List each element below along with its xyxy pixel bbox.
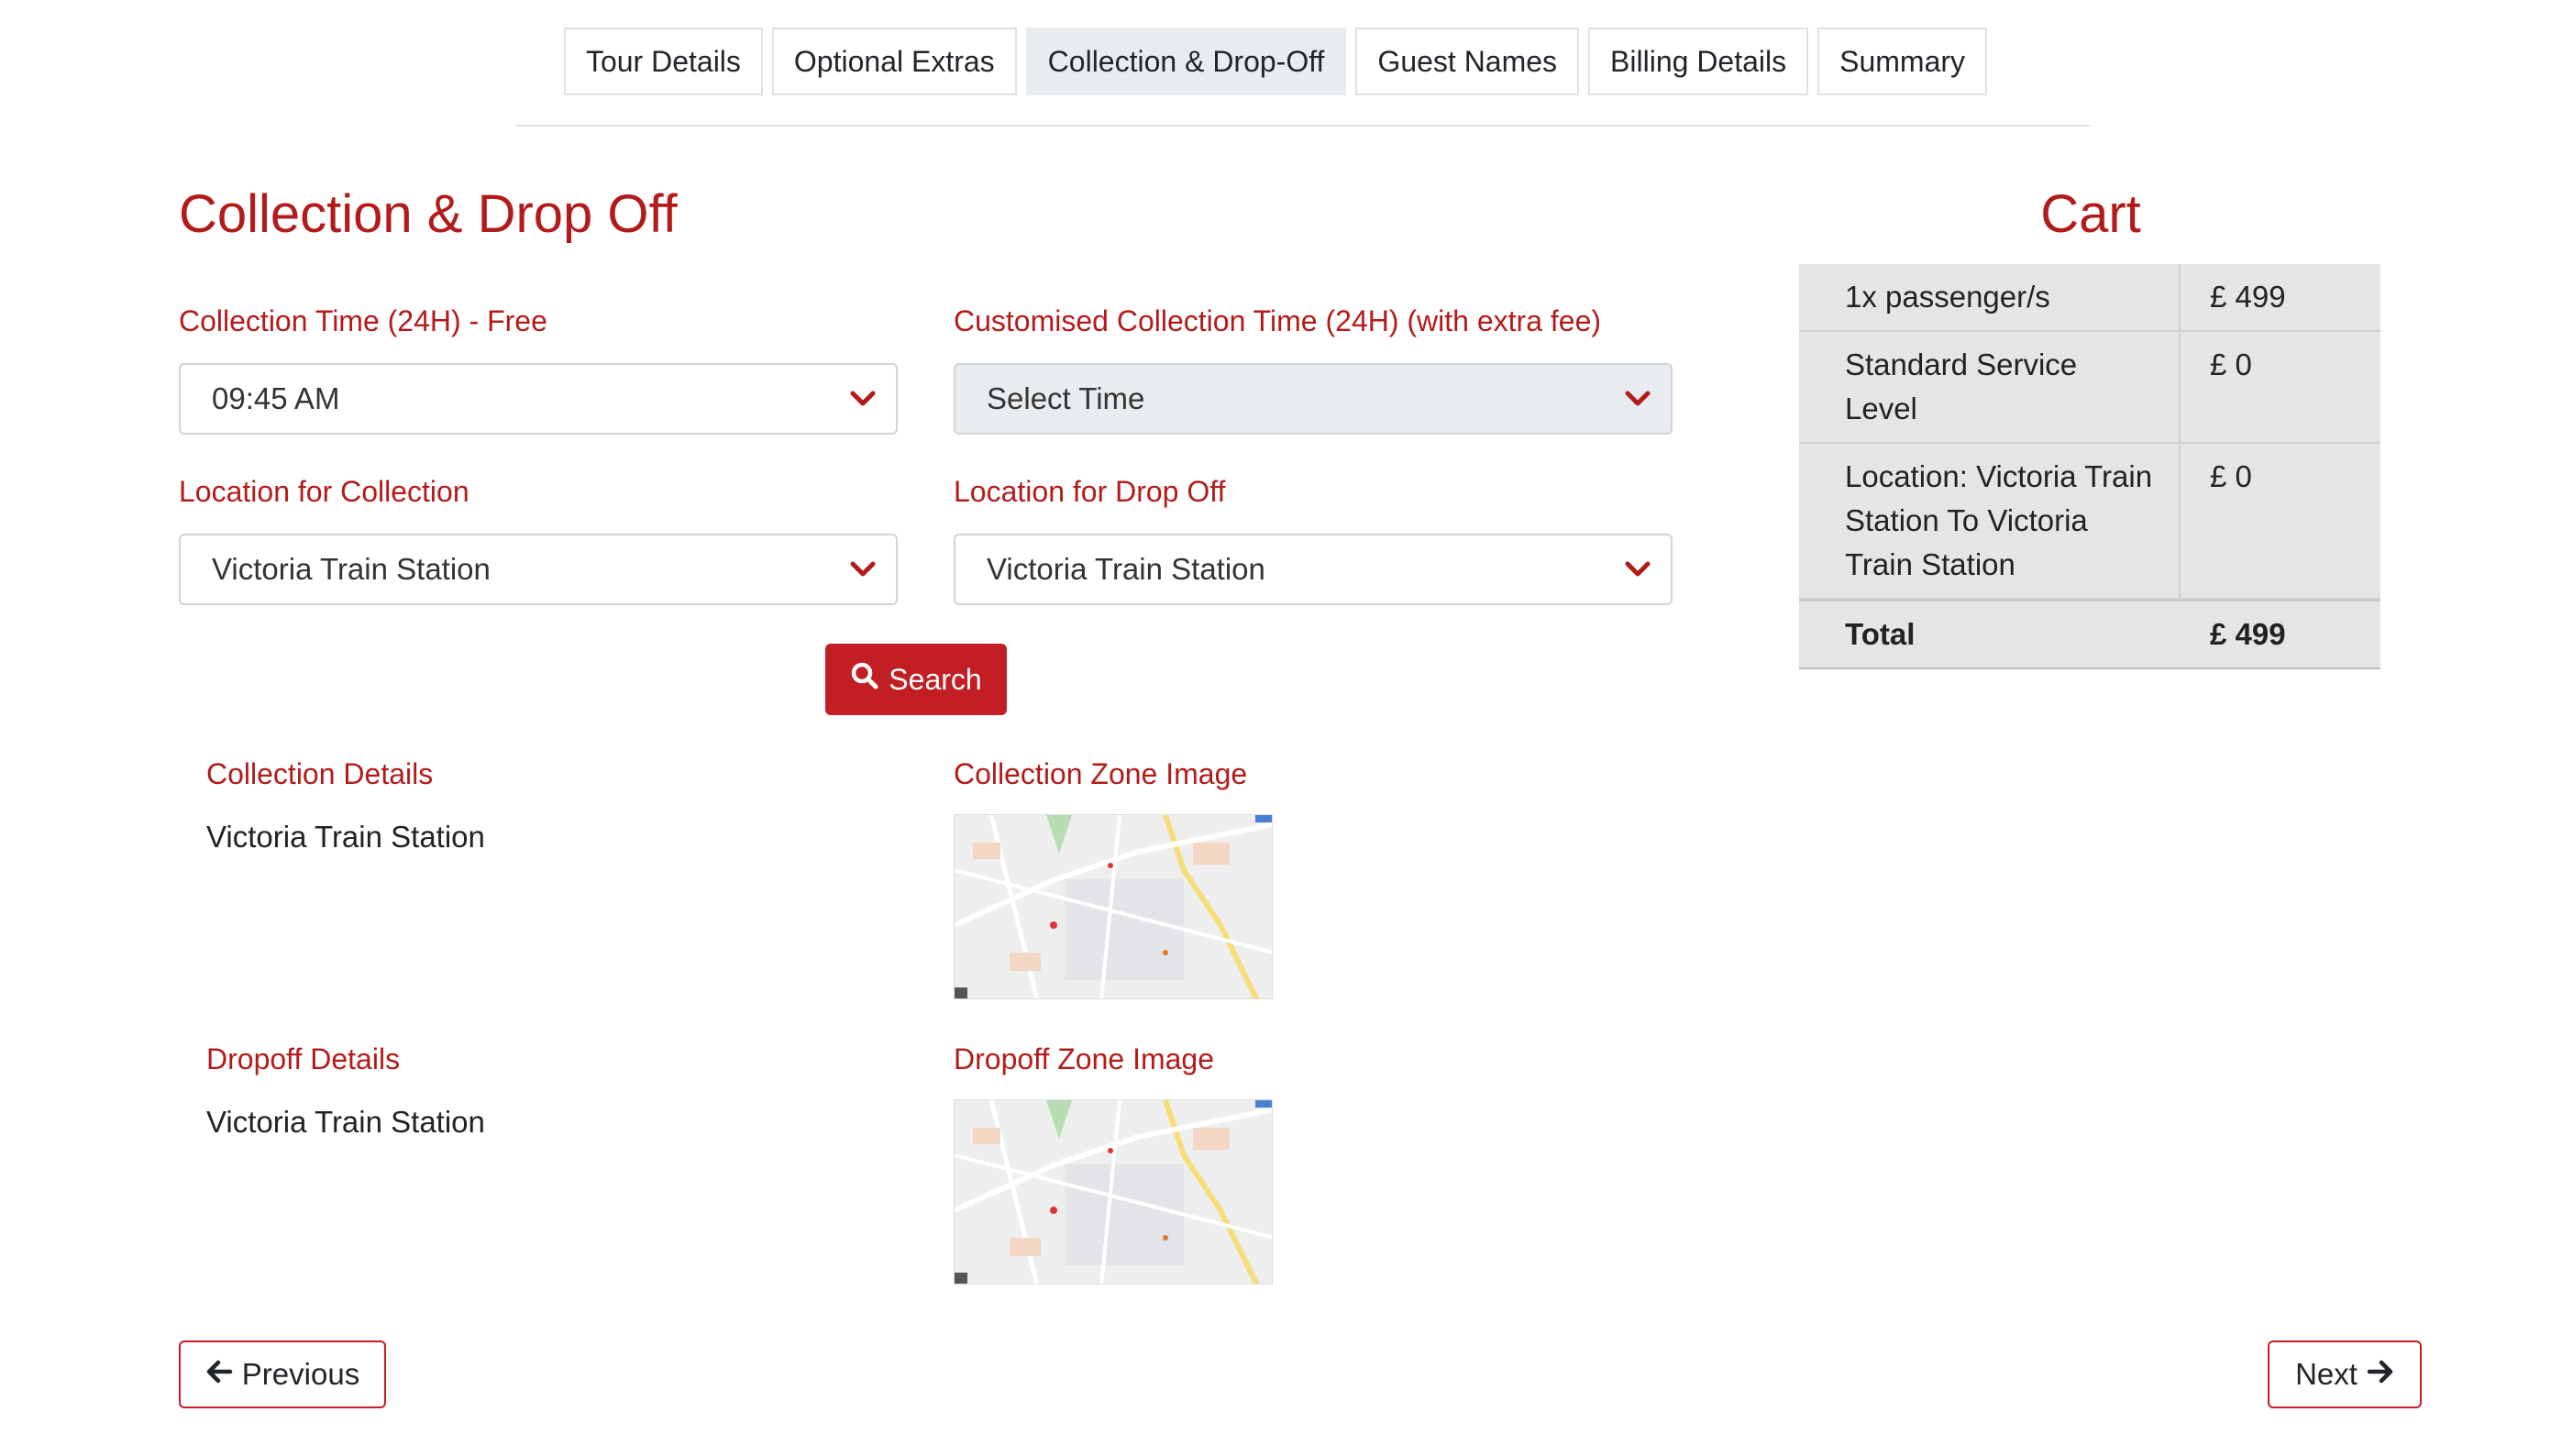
search-icon — [850, 661, 879, 698]
chevron-down-icon — [1625, 535, 1651, 603]
cart-total-label: Total — [1845, 617, 1916, 651]
dropoff-location-select[interactable]: Victoria Train Station — [954, 534, 1673, 605]
cart-row-description: Standard Service Level — [1845, 347, 2078, 425]
chevron-down-icon — [850, 365, 876, 433]
cart-row-price: £ 0 — [2179, 444, 2380, 598]
cart-row-price: £ 499 — [2179, 264, 2380, 330]
search-button[interactable]: Search — [825, 644, 1007, 715]
cart-row-description: 1x passenger/s — [1845, 280, 2050, 314]
collection-time-label: Collection Time (24H) - Free — [179, 304, 547, 337]
collection-location-label: Location for Collection — [179, 475, 469, 508]
chevron-down-icon — [1625, 365, 1651, 433]
dropoff-details-value: Victoria Train Station — [206, 1105, 485, 1139]
cart-row-description: Location: Victoria Train Station To Vict… — [1845, 459, 2153, 581]
dropoff-zone-map-image — [954, 1099, 1273, 1285]
collection-zone-label: Collection Zone Image — [954, 757, 1248, 790]
custom-time-value: Select Time — [987, 381, 1145, 415]
tab-collection-dropoff[interactable]: Collection & Drop-Off — [1025, 28, 1347, 95]
collection-time-value: 09:45 AM — [212, 381, 340, 415]
tab-tour-details[interactable]: Tour Details — [563, 28, 763, 95]
collection-zone-map-image — [954, 814, 1273, 999]
cart-total-row: Total £ 499 — [1799, 600, 2380, 669]
collection-location-select[interactable]: Victoria Train Station — [179, 534, 898, 605]
cart-title: Cart — [2040, 184, 2141, 244]
arrow-left-icon — [205, 1357, 233, 1392]
cart-row: Standard Service Level £ 0 — [1799, 332, 2380, 444]
tab-optional-extras[interactable]: Optional Extras — [771, 28, 1017, 95]
collection-details-label: Collection Details — [206, 757, 434, 790]
dropoff-zone-label: Dropoff Zone Image — [954, 1042, 1215, 1075]
dropoff-location-label: Location for Drop Off — [954, 475, 1226, 508]
tab-guest-names[interactable]: Guest Names — [1355, 28, 1580, 95]
custom-time-select[interactable]: Select Time — [954, 363, 1673, 435]
cart-row: 1x passenger/s £ 499 — [1799, 264, 2380, 332]
page-title: Collection & Drop Off — [179, 184, 678, 244]
chevron-down-icon — [850, 535, 876, 603]
arrow-right-icon — [2367, 1357, 2394, 1392]
search-button-label: Search — [889, 662, 982, 696]
cart-row-price: £ 0 — [2179, 332, 2380, 442]
collection-location-value: Victoria Train Station — [212, 552, 491, 586]
tabs-divider — [515, 125, 2091, 127]
collection-time-select[interactable]: 09:45 AM — [179, 363, 898, 435]
next-button-label: Next — [2295, 1357, 2358, 1391]
previous-button-label: Previous — [241, 1357, 360, 1391]
collection-details-value: Victoria Train Station — [206, 820, 485, 854]
previous-button[interactable]: Previous — [179, 1340, 386, 1408]
cart-table: 1x passenger/s £ 499 Standard Service Le… — [1799, 264, 2380, 669]
next-button[interactable]: Next — [2268, 1340, 2422, 1408]
cart-row: Location: Victoria Train Station To Vict… — [1799, 444, 2380, 600]
step-tabs: Tour Details Optional Extras Collection … — [0, 28, 2551, 95]
tab-summary[interactable]: Summary — [1817, 28, 1988, 95]
dropoff-details-label: Dropoff Details — [206, 1042, 401, 1075]
tab-billing-details[interactable]: Billing Details — [1588, 28, 1809, 95]
dropoff-location-value: Victoria Train Station — [987, 552, 1265, 586]
custom-time-label: Customised Collection Time (24H) (with e… — [954, 304, 1602, 337]
cart-total-price: £ 499 — [2210, 617, 2286, 651]
